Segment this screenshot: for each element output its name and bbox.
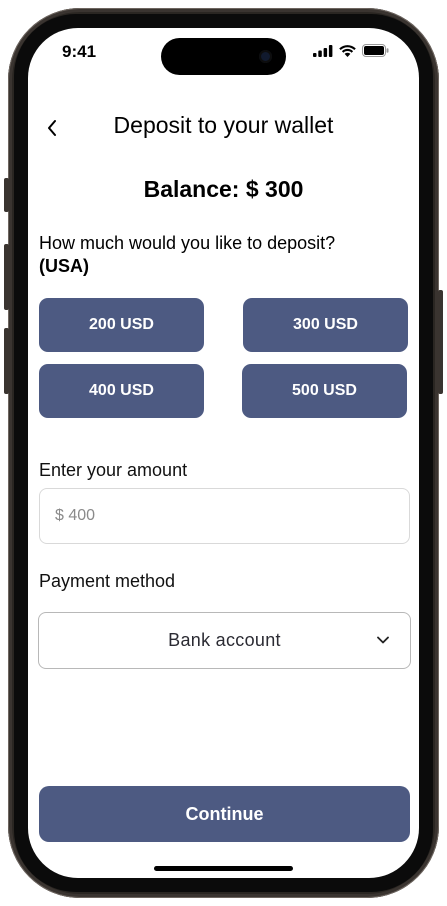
dynamic-island	[161, 38, 286, 75]
silent-switch	[4, 178, 9, 212]
amount-option-300[interactable]: 300 USD	[243, 298, 408, 352]
app-screen: 9:41 Deposit to your wallet Balance: $ 3…	[28, 28, 419, 878]
status-time: 9:41	[62, 42, 97, 61]
page-title: Deposit to your wallet	[113, 112, 334, 138]
camera-icon	[259, 50, 272, 63]
amount-input[interactable]	[39, 488, 410, 544]
status-icons	[313, 44, 389, 62]
payment-method-select[interactable]: Bank account	[38, 612, 411, 669]
deposit-region: (USA)	[39, 256, 89, 276]
amount-option-400[interactable]: 400 USD	[39, 364, 204, 418]
deposit-question-text: How much would you like to deposit?	[39, 233, 336, 253]
battery-icon	[362, 44, 389, 62]
amount-option-500[interactable]: 500 USD	[242, 364, 407, 418]
chevron-down-icon	[377, 636, 389, 644]
volume-down-button	[4, 328, 9, 394]
signal-icon	[313, 44, 333, 62]
power-button	[438, 290, 443, 394]
continue-button[interactable]: Continue	[39, 786, 410, 842]
home-indicator	[154, 866, 293, 871]
amount-option-200[interactable]: 200 USD	[39, 298, 204, 352]
volume-up-button	[4, 244, 9, 310]
deposit-question: How much would you like to deposit? (USA…	[39, 232, 335, 278]
payment-method-label: Payment method	[39, 571, 176, 591]
wifi-icon	[339, 44, 356, 62]
balance-text: Balance: $ 300	[143, 176, 304, 202]
amount-label: Enter your amount	[39, 460, 188, 480]
payment-method-value: Bank account	[168, 630, 281, 650]
